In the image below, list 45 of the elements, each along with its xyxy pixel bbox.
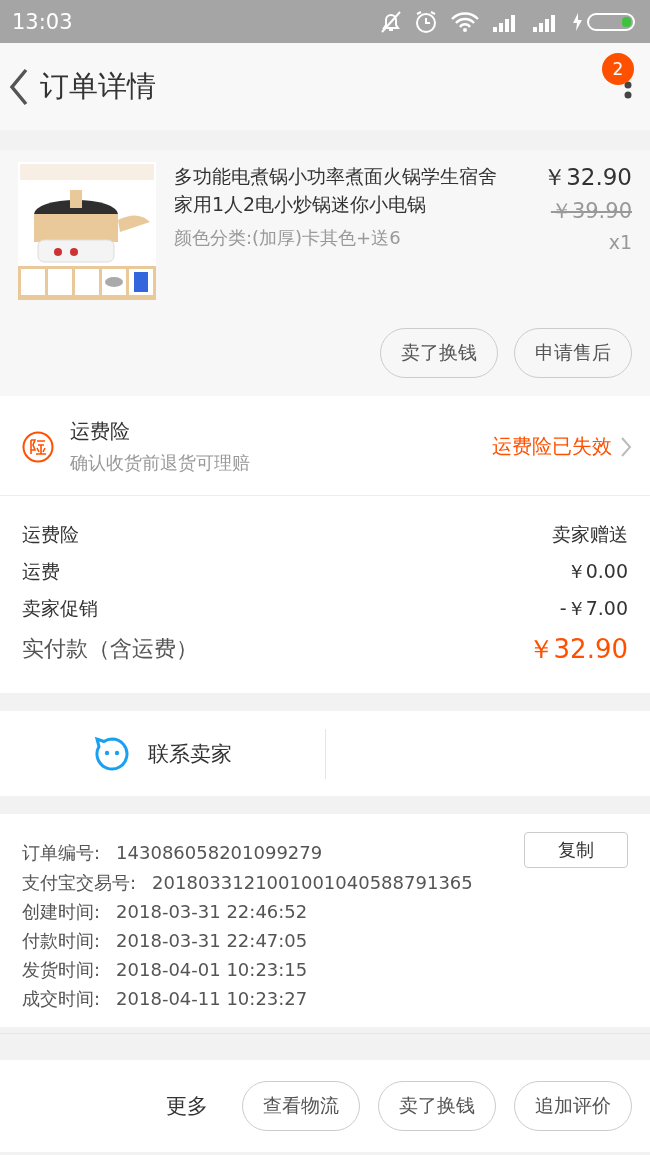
fee-label: 运费险 bbox=[22, 522, 79, 547]
fee-value: -￥7.00 bbox=[559, 596, 628, 621]
insurance-icon bbox=[22, 430, 54, 463]
action-button[interactable]: 卖了换钱 bbox=[380, 328, 498, 378]
product-price: ￥32.90 bbox=[542, 163, 632, 192]
fee-label: 卖家促销 bbox=[22, 596, 98, 621]
page-title: 订单详情 bbox=[40, 67, 156, 105]
info-label: 支付宝交易号: bbox=[22, 871, 137, 895]
action-button[interactable]: 卖了换钱 bbox=[378, 1081, 496, 1131]
notification-badge: 2 bbox=[602, 53, 634, 85]
info-value: 143086058201099279 bbox=[116, 840, 323, 865]
fee-value: ￥32.90 bbox=[527, 633, 628, 666]
muted-bell-icon bbox=[380, 9, 402, 34]
info-label: 创建时间: bbox=[22, 900, 101, 924]
product-quantity: x1 bbox=[607, 231, 632, 253]
fee-label: 运费 bbox=[22, 559, 60, 584]
insurance-subtitle: 确认收货前退货可理赔 bbox=[70, 451, 250, 475]
action-button[interactable]: 申请售后 bbox=[514, 328, 632, 378]
fee-label: 实付款（含运费） bbox=[22, 635, 198, 663]
info-value: 2018-03-31 22:46:52 bbox=[116, 900, 308, 924]
info-value: 2018-03-31 22:47:05 bbox=[116, 929, 308, 953]
product-title[interactable]: 多功能电煮锅小功率煮面火锅学生宿舍家用1人2电小炒锅迷你小电锅 bbox=[174, 162, 510, 218]
action-button[interactable]: 查看物流 bbox=[242, 1081, 360, 1131]
info-label: 成交时间: bbox=[22, 987, 101, 1011]
back-icon[interactable] bbox=[8, 67, 30, 106]
copy-button[interactable]: 复制 bbox=[524, 832, 628, 868]
chat-face-icon[interactable] bbox=[93, 735, 130, 772]
more-link[interactable]: 更多 bbox=[166, 1092, 208, 1120]
clock-time: 13:03 bbox=[12, 9, 73, 34]
contact-seller-link[interactable]: 联系卖家 bbox=[147, 739, 232, 768]
product-variant: 颜色分类:(加厚)卡其色+送6 bbox=[174, 226, 402, 250]
info-value: 2018033121001001040588791365 bbox=[152, 871, 473, 895]
alarm-icon bbox=[414, 9, 438, 34]
action-button[interactable]: 追加评价 bbox=[514, 1081, 632, 1131]
info-label: 发货时间: bbox=[22, 958, 101, 982]
info-value: 2018-04-11 10:23:27 bbox=[116, 987, 308, 1011]
insurance-title: 运费险 bbox=[70, 418, 131, 445]
wifi-icon bbox=[450, 10, 480, 33]
info-label: 订单编号: bbox=[22, 840, 101, 865]
original-price: ￥39.90 bbox=[549, 198, 632, 225]
fee-value: ￥0.00 bbox=[566, 559, 628, 584]
info-label: 付款时间: bbox=[22, 929, 101, 953]
fee-value: 卖家赠送 bbox=[552, 522, 628, 547]
battery-charging-icon bbox=[572, 11, 636, 32]
info-value: 2018-04-01 10:23:15 bbox=[116, 958, 308, 982]
